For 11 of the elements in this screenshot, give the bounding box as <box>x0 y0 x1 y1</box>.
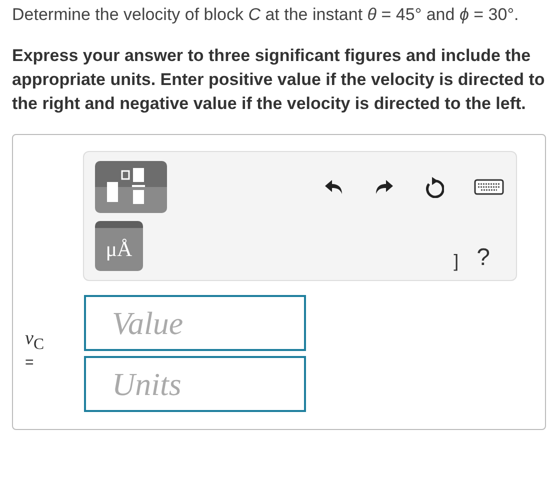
reset-button[interactable] <box>424 176 444 198</box>
units-field[interactable]: Units <box>84 356 306 412</box>
instructions-text: Express your answer to three significant figures and include the appropriate units. Enter positive value if the velocity is directed to the right and negative value if the velocity is directed to the left. <box>12 45 546 115</box>
question-text: Determine the velocity of block C at the instant θ = 45° and ϕ = 30°. <box>12 4 520 26</box>
keyboard-button[interactable] <box>474 179 504 195</box>
equals-sign: = <box>25 354 35 371</box>
bracket-text: ] <box>454 251 459 272</box>
help-button[interactable]: ? <box>476 244 490 272</box>
value-field[interactable]: Value <box>84 295 306 351</box>
variable-label: v$_{C}$ <box>25 328 45 354</box>
templates-button[interactable] <box>95 161 167 213</box>
